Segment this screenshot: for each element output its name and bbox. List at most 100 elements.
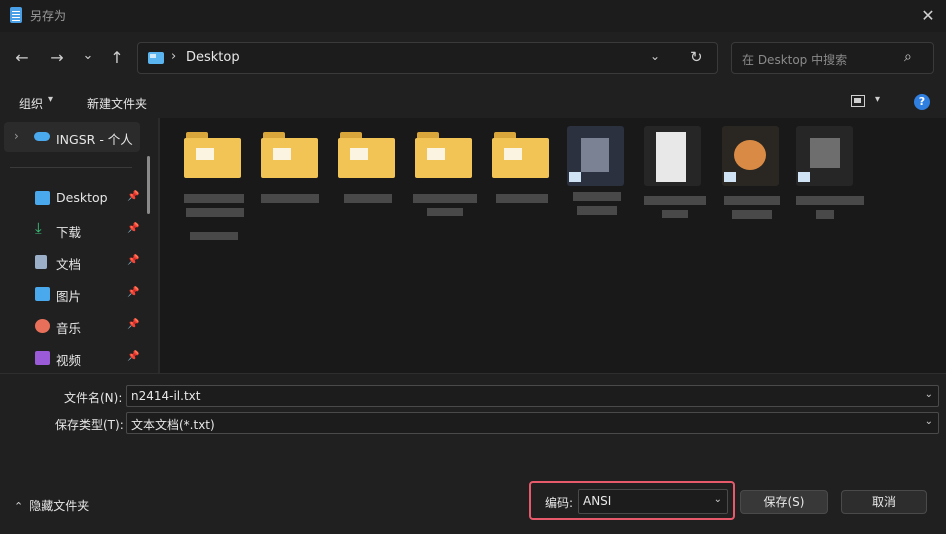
sidebar-item-label: INGSR - 个人	[56, 132, 133, 147]
forward-button[interactable]: →	[43, 44, 71, 72]
file-name-blurred	[427, 208, 463, 216]
navigation-pane: › INGSR - 个人 Desktop 📌 ⤓ 下载 📌 文档 📌 图片 📌 …	[0, 118, 158, 373]
view-options-chevron-icon[interactable]: ▾	[875, 94, 880, 105]
pin-icon[interactable]: 📌	[127, 191, 139, 202]
file-item-document[interactable]	[642, 126, 708, 236]
window-title: 另存为	[30, 9, 67, 23]
file-name-blurred	[662, 210, 688, 218]
help-icon[interactable]: ?	[914, 94, 930, 110]
file-list	[160, 118, 946, 373]
scrollbar[interactable]	[147, 156, 150, 214]
hide-folders-button[interactable]: ⌃ 隐藏文件夹	[14, 497, 89, 514]
file-item-shortcut[interactable]	[794, 126, 866, 236]
recent-locations-button[interactable]: ⌄	[74, 42, 102, 70]
chevron-down-icon[interactable]: ▾	[48, 94, 53, 105]
desktop-icon	[35, 191, 50, 205]
divider	[10, 167, 132, 168]
organize-menu[interactable]: 组织	[19, 95, 43, 112]
sidebar-item-documents[interactable]: 文档 📌	[0, 247, 145, 277]
encoding-value: ANSI	[583, 494, 612, 508]
file-name-blurred	[573, 192, 621, 201]
sidebar-item-pictures[interactable]: 图片 📌	[0, 279, 145, 309]
address-dropdown-icon[interactable]: ⌄	[650, 49, 660, 63]
pin-icon[interactable]: 📌	[127, 223, 139, 234]
filetype-label: 保存类型(T):	[55, 418, 124, 432]
folder-icon	[261, 132, 318, 178]
file-item-shortcut[interactable]	[565, 126, 629, 236]
file-item-folder[interactable]	[259, 132, 323, 222]
expand-chevron-icon[interactable]: ›	[14, 129, 19, 143]
search-input[interactable]: 在 Desktop 中搜索	[742, 51, 847, 68]
document-icon	[644, 126, 701, 186]
documents-icon	[35, 255, 47, 269]
search-box[interactable]: 在 Desktop 中搜索 ⌕	[731, 42, 934, 74]
sidebar-item-label: 视频	[56, 353, 82, 368]
app-shortcut-icon	[567, 126, 624, 186]
file-name-blurred	[577, 206, 617, 215]
sidebar-item-music[interactable]: 音乐 📌	[0, 311, 145, 341]
pin-icon[interactable]: 📌	[127, 287, 139, 298]
sidebar-item-label: 下载	[56, 225, 82, 240]
folder-icon	[338, 132, 395, 178]
videos-icon	[35, 351, 50, 365]
hide-folders-label: 隐藏文件夹	[29, 499, 90, 513]
save-button[interactable]: 保存(S)	[740, 490, 828, 514]
filename-combo[interactable]: n2414-il.txt ⌄	[126, 385, 939, 407]
download-icon: ⤓	[35, 219, 42, 237]
file-item-folder[interactable]	[336, 132, 400, 222]
file-name-blurred	[724, 196, 780, 205]
music-icon	[35, 319, 50, 333]
folder-icon	[415, 132, 472, 178]
file-name-blurred	[190, 232, 238, 240]
pin-icon[interactable]: 📌	[127, 255, 139, 266]
file-name-blurred	[732, 210, 772, 219]
sidebar-item-desktop[interactable]: Desktop 📌	[0, 183, 145, 213]
file-item-folder[interactable]	[490, 132, 554, 222]
pin-icon[interactable]: 📌	[127, 351, 139, 362]
file-name-blurred	[344, 194, 392, 203]
file-name-blurred	[816, 210, 834, 219]
chevron-down-icon[interactable]: ⌄	[714, 494, 722, 505]
file-name-blurred	[644, 196, 706, 205]
cloud-icon	[34, 132, 50, 141]
breadcrumb-desktop[interactable]: Desktop	[186, 50, 240, 65]
filetype-value: 文本文档(*.txt)	[131, 418, 215, 432]
chevron-down-icon[interactable]: ⌄	[925, 416, 933, 427]
file-name-blurred	[796, 196, 864, 205]
new-folder-button[interactable]: 新建文件夹	[87, 95, 147, 112]
search-icon[interactable]: ⌕	[904, 49, 912, 65]
file-name-blurred	[184, 194, 244, 203]
folder-icon	[492, 132, 549, 178]
app-shortcut-icon	[722, 126, 779, 186]
refresh-icon[interactable]: ↻	[690, 48, 703, 66]
file-name-blurred	[186, 208, 244, 217]
file-item-shortcut[interactable]	[720, 126, 784, 236]
chevron-down-icon[interactable]: ⌄	[925, 389, 933, 400]
sidebar-item-label: 文档	[56, 257, 82, 272]
filetype-select[interactable]: 文本文档(*.txt) ⌄	[126, 412, 939, 434]
filename-field[interactable]: n2414-il.txt	[131, 389, 200, 403]
cancel-button[interactable]: 取消	[841, 490, 927, 514]
file-item-folder[interactable]	[182, 132, 246, 242]
sidebar-item-onedrive[interactable]: › INGSR - 个人	[4, 122, 140, 152]
encoding-select[interactable]: ANSI ⌄	[578, 489, 728, 514]
breadcrumb-chevron-icon[interactable]: ›	[171, 49, 176, 64]
file-item-folder[interactable]	[413, 132, 477, 232]
encoding-label: 编码:	[545, 496, 574, 510]
up-button[interactable]: ↑	[103, 44, 131, 72]
pictures-icon	[35, 287, 50, 301]
sidebar-item-videos[interactable]: 视频 📌	[0, 343, 145, 373]
chevron-up-icon: ⌃	[14, 500, 24, 513]
sidebar-item-downloads[interactable]: ⤓ 下载 📌	[0, 215, 145, 245]
title-bar: 另存为 ✕	[0, 0, 946, 32]
file-name-blurred	[261, 194, 319, 203]
sidebar-item-label: 音乐	[56, 321, 82, 336]
pin-icon[interactable]: 📌	[127, 319, 139, 330]
change-view-icon[interactable]	[851, 95, 865, 107]
back-button[interactable]: ←	[8, 44, 36, 72]
notepad-icon	[10, 7, 22, 23]
command-bar: 组织 ▾ 新建文件夹 ▾	[0, 88, 946, 118]
address-bar[interactable]: › Desktop ⌄ ↻	[137, 42, 718, 74]
close-button[interactable]: ✕	[914, 4, 942, 28]
desktop-icon	[148, 52, 164, 64]
